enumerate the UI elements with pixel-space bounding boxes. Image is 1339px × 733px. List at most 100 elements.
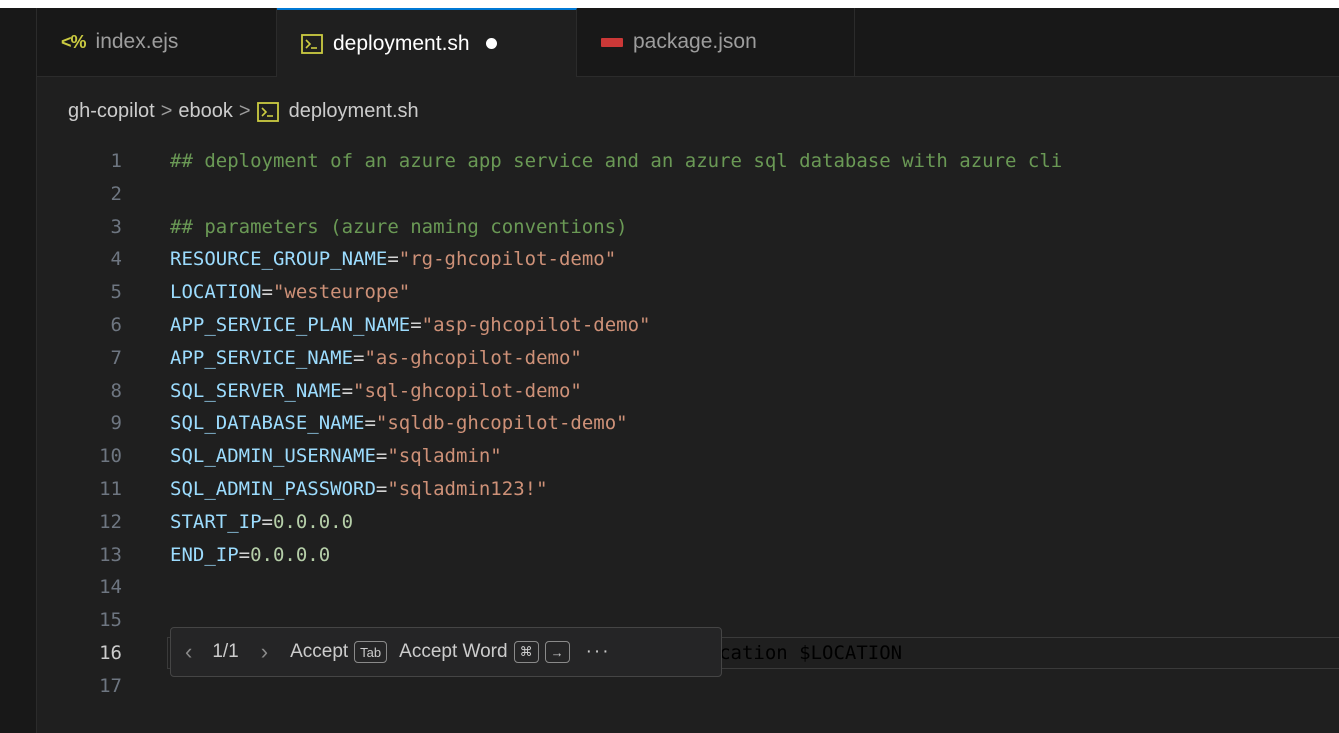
accept-label: Accept — [290, 641, 349, 662]
activity-gutter — [0, 8, 37, 733]
code-token: "sqldb-ghcopilot-demo" — [375, 412, 628, 435]
code-token: APP_SERVICE_PLAN_NAME — [170, 314, 411, 336]
code-line[interactable]: 5 LOCATION="westeurope" — [37, 276, 1339, 308]
chevron-right-icon[interactable]: › — [261, 639, 268, 665]
line-number: 17 — [99, 674, 122, 697]
code-token: "westeurope" — [272, 281, 411, 304]
code-text: SQL_SERVER_NAME="sql-ghcopilot-demo" — [170, 375, 582, 407]
code-text: END_IP=0.0.0.0 — [170, 539, 330, 571]
tab-deployment-sh[interactable]: deployment.sh — [277, 8, 577, 77]
ejs-file-icon: <% — [61, 31, 87, 52]
code-token: SQL_ADMIN_PASSWORD — [170, 478, 376, 500]
tab-label: package.json — [633, 30, 757, 53]
tab-label: index.ejs — [95, 30, 179, 53]
unsaved-dot-icon[interactable] — [485, 38, 497, 49]
code-text: LOCATION="westeurope" — [170, 276, 410, 308]
tab-index-ejs[interactable]: <% index.ejs — [37, 8, 277, 76]
breadcrumb-separator: > — [238, 100, 251, 122]
code-token: "sql-ghcopilot-demo" — [353, 379, 582, 402]
line-number: 4 — [110, 248, 122, 271]
code-token: = — [375, 478, 388, 500]
command-key-badge: ⌘ — [513, 641, 539, 663]
line-number: 5 — [110, 281, 122, 304]
code-token: "rg-ghcopilot-demo" — [398, 248, 617, 271]
code-line[interactable]: 10 SQL_ADMIN_USERNAME="sqladmin" — [37, 440, 1339, 472]
code-token: = — [410, 314, 422, 336]
code-text: ## parameters (azure naming conventions) — [170, 211, 628, 243]
tab-package-json[interactable]: package.json — [577, 8, 855, 76]
code-token: RESOURCE_GROUP_NAME — [170, 248, 388, 271]
code-line[interactable]: 4 RESOURCE_GROUP_NAME="rg-ghcopilot-demo" — [37, 243, 1339, 275]
code-line[interactable]: 6 APP_SERVICE_PLAN_NAME="asp-ghcopilot-de… — [37, 309, 1339, 341]
breadcrumb-item[interactable]: deployment.sh — [289, 100, 419, 123]
code-token: = — [387, 248, 399, 271]
line-number: 6 — [110, 314, 122, 336]
code-text: START_IP=0.0.0.0 — [170, 506, 353, 538]
line-number: 1 — [110, 150, 122, 172]
code-token: = — [341, 379, 354, 402]
breadcrumb-item[interactable]: gh-copilot — [68, 100, 155, 123]
code-token: 0.0.0.0 — [250, 543, 331, 566]
code-line[interactable]: 2 — [37, 178, 1339, 210]
code-token: ## parameters (azure naming conventions) — [170, 215, 628, 238]
code-text: ## deployment of an azure app service an… — [170, 145, 1062, 177]
breadcrumb: gh-copilot > ebook > deployment.sh — [68, 100, 419, 123]
line-number: 8 — [110, 379, 122, 402]
code-text: APP_SERVICE_PLAN_NAME="asp-ghcopilot-dem… — [170, 309, 650, 341]
code-token: "as-ghcopilot-demo" — [364, 346, 582, 369]
tab-label: deployment.sh — [333, 31, 470, 55]
inline-suggestion-toolbar: ‹ 1/1 › Accept Tab Accept Word ⌘ → ··· — [170, 627, 722, 677]
code-token: 0.0.0.0 — [272, 510, 354, 533]
code-token: = — [375, 445, 388, 468]
code-line[interactable]: 3 ## parameters (azure naming conventions… — [37, 211, 1339, 243]
code-token: APP_SERVICE_NAME — [170, 346, 354, 369]
line-number: 2 — [110, 182, 122, 205]
npm-file-icon — [601, 37, 623, 47]
code-token: SQL_DATABASE_NAME — [170, 412, 365, 435]
tab-bar: <% index.ejs deployment.sh package.json — [37, 8, 1339, 77]
right-arrow-key-badge: → — [544, 641, 570, 663]
line-number: 15 — [99, 609, 122, 632]
code-token: = — [261, 510, 273, 533]
code-token: SQL_ADMIN_USERNAME — [170, 445, 376, 468]
code-token: = — [238, 543, 251, 566]
chevron-left-icon[interactable]: ‹ — [185, 639, 192, 665]
terminal-file-icon — [301, 33, 323, 54]
line-number: 14 — [99, 576, 122, 599]
line-number: 3 — [110, 215, 122, 238]
code-token: "sqladmin" — [387, 445, 502, 468]
code-line[interactable]: 14 — [37, 571, 1339, 603]
terminal-file-icon — [256, 101, 279, 122]
code-text: SQL_DATABASE_NAME="sqldb-ghcopilot-demo" — [170, 407, 628, 439]
code-text: SQL_ADMIN_USERNAME="sqladmin" — [170, 440, 502, 472]
line-number: 7 — [110, 346, 122, 369]
code-token: START_IP — [170, 510, 262, 533]
tab-key-badge: Tab — [354, 641, 388, 663]
code-text: APP_SERVICE_NAME="as-ghcopilot-demo" — [170, 342, 582, 374]
accept-word-button[interactable]: Accept Word ⌘ → — [399, 641, 570, 663]
code-token: "asp-ghcopilot-demo" — [421, 314, 651, 336]
code-text: RESOURCE_GROUP_NAME="rg-ghcopilot-demo" — [170, 243, 616, 275]
code-token: LOCATION — [170, 281, 262, 304]
line-number: 10 — [99, 445, 122, 468]
line-number: 9 — [110, 412, 122, 435]
code-line[interactable]: 13 END_IP=0.0.0.0 — [37, 539, 1339, 571]
accept-word-label: Accept Word — [399, 641, 508, 662]
code-token: = — [261, 281, 273, 304]
accept-button[interactable]: Accept Tab — [290, 641, 388, 663]
code-line[interactable]: 9 SQL_DATABASE_NAME="sqldb-ghcopilot-demo… — [37, 407, 1339, 439]
code-text: SQL_ADMIN_PASSWORD="sqladmin123!" — [170, 473, 548, 505]
line-number: 13 — [99, 543, 122, 566]
editor-window: <% index.ejs deployment.sh package.json … — [0, 8, 1339, 733]
breadcrumb-item[interactable]: ebook — [178, 100, 233, 123]
ellipsis-icon[interactable]: ··· — [586, 641, 611, 663]
line-number: 12 — [99, 510, 122, 533]
code-line[interactable]: 1 ## deployment of an azure app service a… — [37, 145, 1339, 177]
code-token: END_IP — [170, 543, 239, 566]
code-line[interactable]: 7 APP_SERVICE_NAME="as-ghcopilot-demo" — [37, 342, 1339, 374]
code-line[interactable]: 12 START_IP=0.0.0.0 — [37, 506, 1339, 538]
suggestion-counter: 1/1 — [212, 641, 239, 662]
code-line[interactable]: 8 SQL_SERVER_NAME="sql-ghcopilot-demo" — [37, 375, 1339, 407]
code-line[interactable]: 11 SQL_ADMIN_PASSWORD="sqladmin123!" — [37, 473, 1339, 505]
code-token: = — [353, 346, 365, 369]
